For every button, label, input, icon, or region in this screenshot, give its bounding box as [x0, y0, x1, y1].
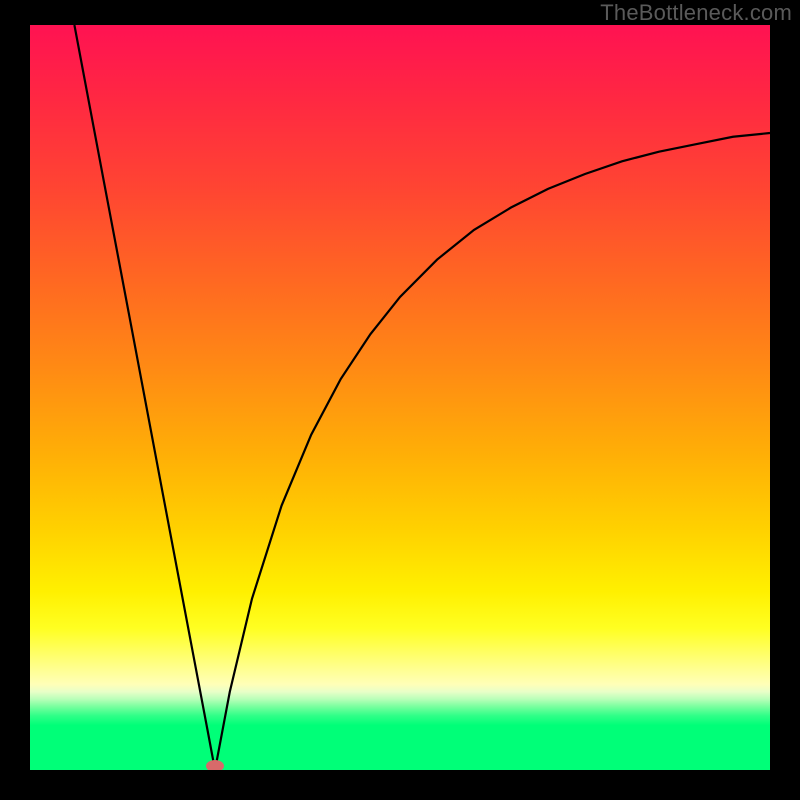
watermark-text: TheBottleneck.com	[600, 0, 792, 26]
gradient-background	[30, 25, 770, 770]
plot-svg	[30, 25, 770, 770]
chart-frame: TheBottleneck.com	[0, 0, 800, 800]
plot-area	[30, 25, 770, 770]
